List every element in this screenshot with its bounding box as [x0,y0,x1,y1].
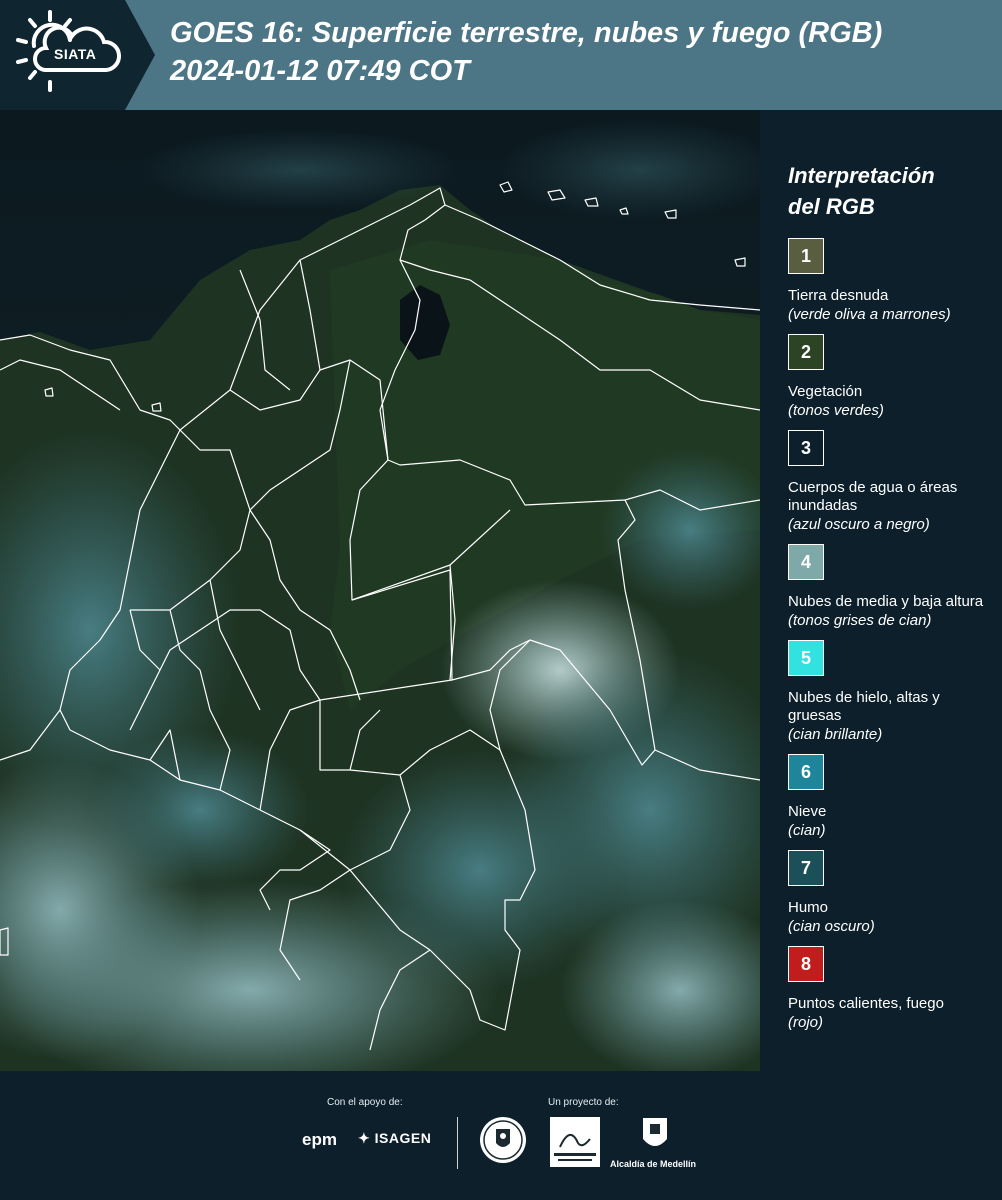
epm-logo[interactable]: epm [302,1130,337,1150]
project-label: Un proyecto de: [548,1097,619,1108]
legend-label: Cuerpos de agua o áreas inundadas [788,479,958,514]
support-label: Con el apoyo de: [327,1097,403,1108]
legend-description: (rojo) [788,1014,824,1031]
legend-swatch: 8 [788,946,824,982]
legend-item-smoke: 7 Humo (cian oscuro) [788,850,988,936]
legend-swatch: 5 [788,640,824,676]
legend-description: (tonos verdes) [788,402,884,419]
legend-swatch: 4 [788,544,824,580]
legend-item-low-clouds: 4 Nubes de media y baja altura (tonos gr… [788,544,988,630]
legend-description: (tonos grises de cian) [788,612,932,629]
legend-item-vegetation: 2 Vegetación (tonos verdes) [788,334,988,420]
legend-label: Humo [788,899,829,916]
legend-label: Vegetación [788,383,863,400]
legend-title-line1: Interpretación [788,163,935,188]
alcaldia-label: Alcaldía de Medellín [610,1159,697,1169]
legend-swatch: 7 [788,850,824,886]
area-metropolitana-logo[interactable] [550,1117,600,1167]
page-title: GOES 16: Superficie terrestre, nubes y f… [170,14,1000,90]
footer: Con el apoyo de: Un proyecto de: epm ✦ I… [0,1071,1002,1200]
legend-description: (cian) [788,822,826,839]
satellite-map[interactable] [0,110,760,1071]
legend-title-line2: del RGB [788,194,875,219]
legend-label: Nieve [788,803,827,820]
header: SIATA GOES 16: Superficie terrestre, nub… [0,0,1002,110]
legend-item-fire: 8 Puntos calientes, fuego (rojo) [788,946,988,1032]
siata-logo[interactable]: SIATA [0,0,155,110]
legend-swatch: 2 [788,334,824,370]
legend-label: Nubes de media y baja altura [788,593,984,610]
legend-item-water: 3 Cuerpos de agua o áreas inundadas (azu… [788,430,988,534]
isagen-mark-icon: ✦ [358,1130,375,1146]
alcaldia-shield-icon[interactable] [640,1115,670,1155]
legend-label: Puntos calientes, fuego [788,995,944,1012]
legend-title: Interpretación del RGB [788,160,988,222]
legend-description: (verde oliva a marrones) [788,306,951,323]
legend-label: Nubes de hielo, altas y gruesas [788,689,940,724]
rgb-legend: Interpretación del RGB 1 Tierra desnuda … [788,160,988,1042]
satellite-image [0,110,760,1071]
legend-swatch: 6 [788,754,824,790]
legend-swatch: 3 [788,430,824,466]
legend-swatch: 1 [788,238,824,274]
isagen-logo[interactable]: ✦ ISAGEN [358,1130,431,1147]
siata-logo-text: SIATA [54,46,97,62]
legend-description: (cian brillante) [788,726,883,743]
title-product: GOES 16: Superficie terrestre, nubes y f… [170,17,883,49]
legend-item-snow: 6 Nieve (cian) [788,754,988,840]
footer-divider [457,1117,458,1169]
title-datetime: 2024-01-12 07:49 COT [170,55,470,87]
legend-description: (azul oscuro a negro) [788,516,930,533]
legend-item-bare-soil: 1 Tierra desnuda (verde oliva a marrones… [788,238,988,324]
legend-description: (cian oscuro) [788,918,875,935]
legend-label: Tierra desnuda [788,287,889,304]
isagen-label: ISAGEN [374,1130,432,1146]
university-seal-icon[interactable] [478,1115,528,1165]
legend-item-ice-clouds: 5 Nubes de hielo, altas y gruesas (cian … [788,640,988,744]
